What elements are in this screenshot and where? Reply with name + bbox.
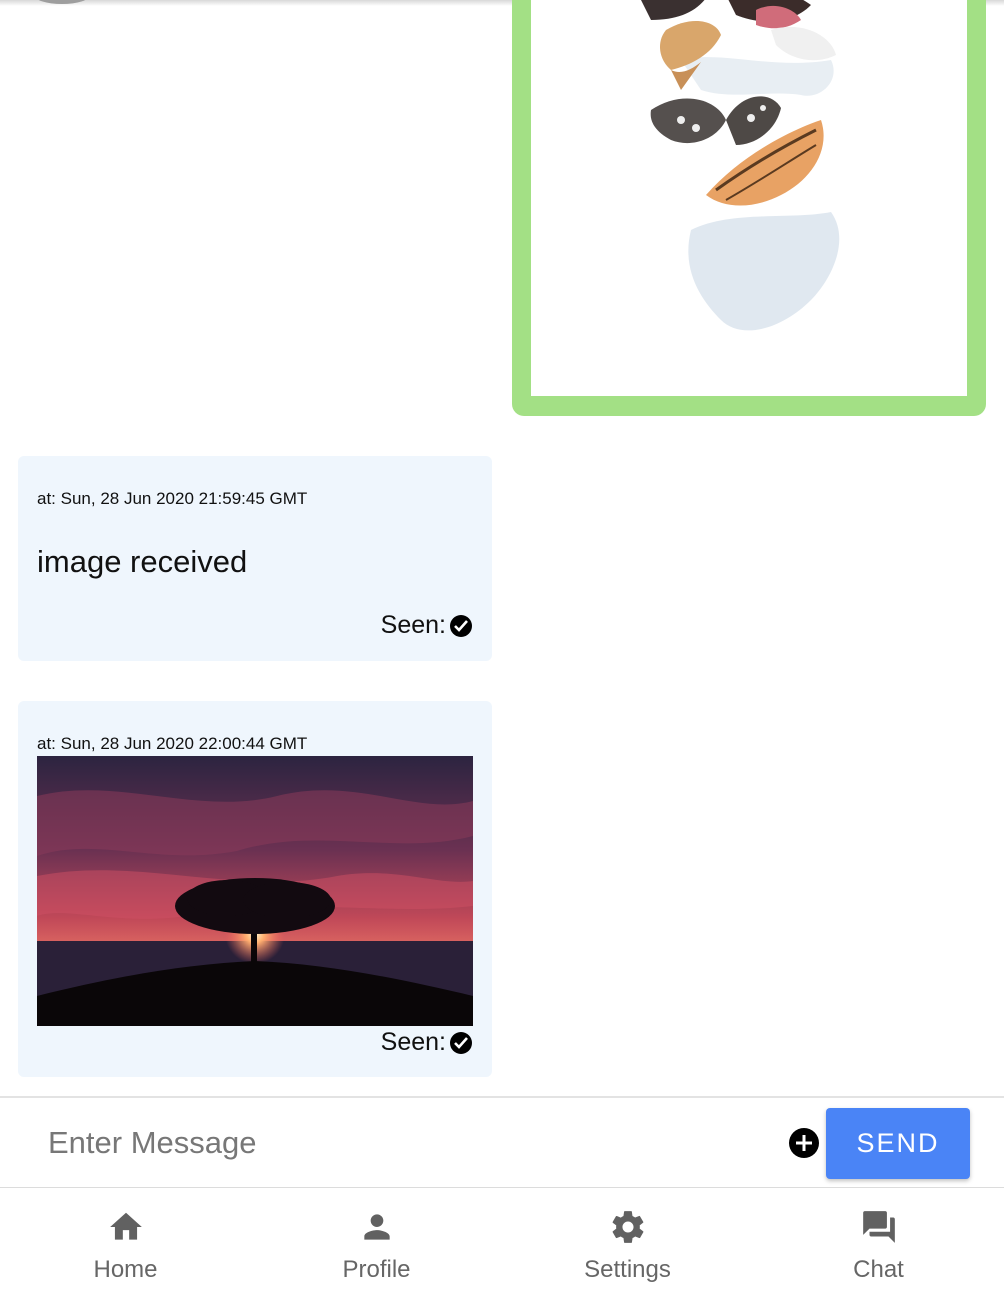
seen-label: Seen:	[380, 611, 446, 639]
nav-item-profile[interactable]: Profile	[251, 1188, 502, 1300]
nav-item-chat[interactable]: Chat	[753, 1188, 1004, 1300]
message-timestamp: at: Sun, 28 Jun 2020 22:00:44 GMT	[37, 734, 308, 753]
nav-label: Chat	[853, 1256, 904, 1283]
send-button[interactable]: SEND	[826, 1108, 970, 1179]
message-bubble: at: Sun, 28 Jun 2020 21:59:45 GMT image …	[18, 456, 492, 661]
message-input[interactable]	[46, 1122, 750, 1164]
nav-label: Profile	[342, 1256, 411, 1283]
add-attachment-icon[interactable]	[789, 1128, 819, 1158]
home-icon	[109, 1212, 142, 1240]
gear-icon	[612, 1211, 643, 1243]
check-circle-icon	[450, 614, 472, 637]
person-icon	[363, 1214, 390, 1240]
chat-icon	[862, 1211, 895, 1243]
message-bubble: at: Sun, 28 Jun 2020 22:00:44 GMT Seen:	[18, 701, 492, 1077]
sunset-tree-photo[interactable]	[37, 756, 473, 1026]
seen-status: Seen:	[381, 1028, 472, 1057]
nav-label: Home	[93, 1256, 158, 1283]
sent-image-message	[512, 0, 986, 416]
seen-status: Seen:	[381, 611, 472, 640]
message-text: image received	[37, 544, 248, 579]
butterflies-image[interactable]	[531, 0, 967, 396]
nav-item-home[interactable]: Home	[0, 1188, 251, 1300]
check-circle-icon	[450, 1031, 472, 1054]
seen-label: Seen:	[380, 1028, 446, 1056]
nav-label: Settings	[584, 1256, 671, 1283]
message-timestamp: at: Sun, 28 Jun 2020 21:59:45 GMT	[37, 489, 308, 508]
nav-item-settings[interactable]: Settings	[502, 1188, 753, 1300]
message-composer: SEND	[0, 1096, 1004, 1188]
bottom-navigation: Home Profile Settings Chat	[0, 1188, 1004, 1300]
